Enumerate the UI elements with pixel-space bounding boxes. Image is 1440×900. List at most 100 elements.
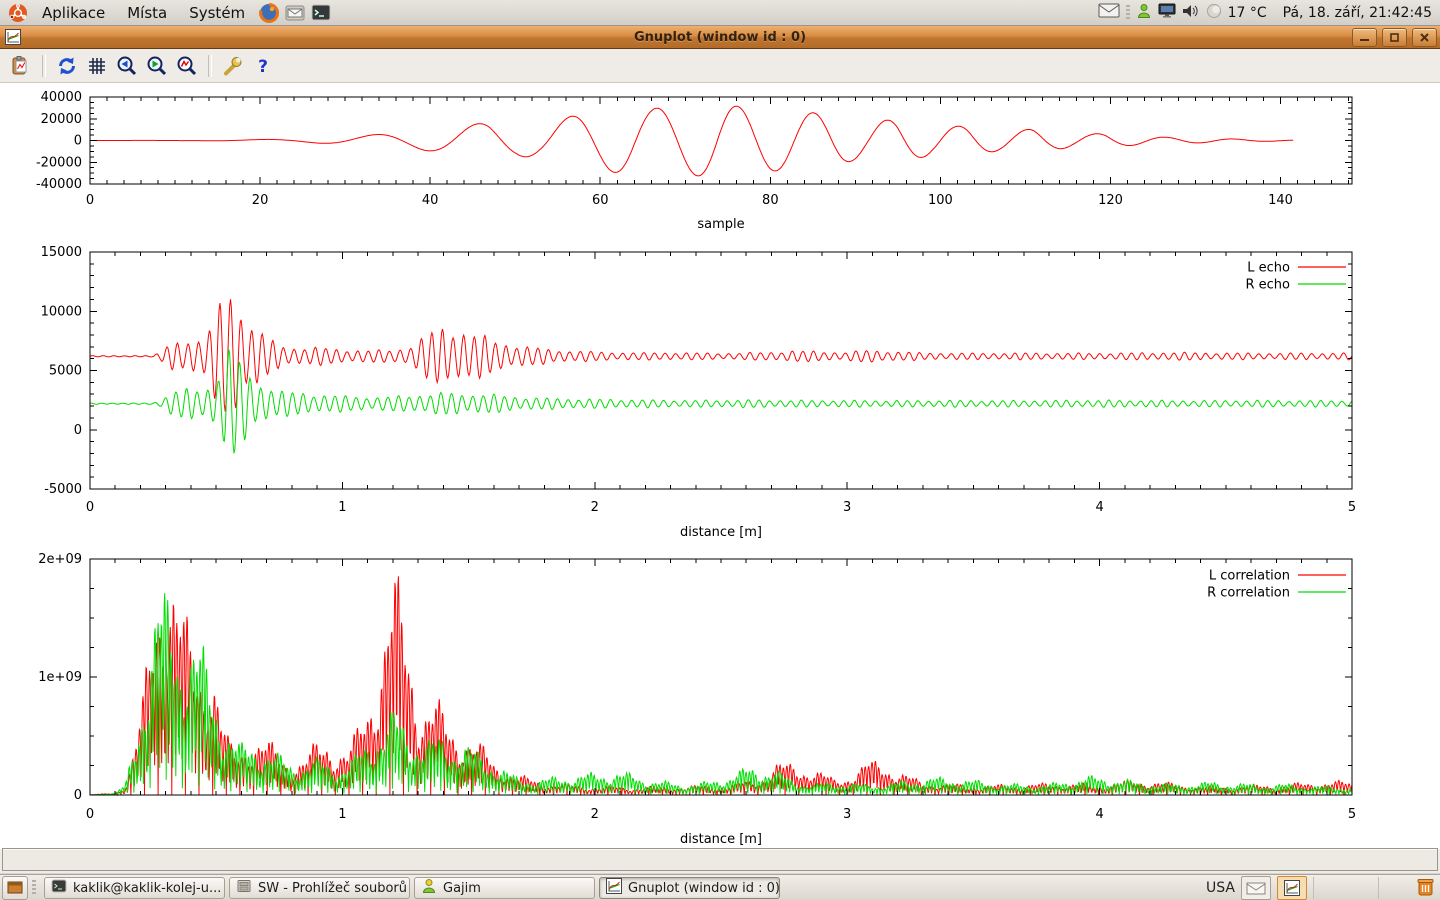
svg-text:3: 3 [843,500,851,515]
window-statusbar [2,848,1438,871]
mail-tray-icon[interactable] [1241,876,1271,900]
svg-text:2: 2 [591,500,599,515]
gajim-icon [421,878,437,898]
window-toolbar: ? [0,49,1440,83]
svg-text:0: 0 [86,500,94,515]
menu-system[interactable]: Systém [179,2,255,24]
series-L-correlation [90,576,1352,795]
legend-label: R correlation [1207,586,1290,601]
legend-label: L echo [1247,261,1290,276]
minimize-button[interactable] [1352,28,1377,47]
axes [90,252,1352,489]
grid-icon[interactable] [84,53,110,79]
gnuplot-window: Gnuplot (window id : 0) [0,26,1440,873]
show-desktop-button[interactable] [2,876,28,900]
chart[interactable] [90,299,1352,453]
legend-label: R echo [1245,278,1290,293]
gnuplot-icon [606,878,622,898]
taskbar-handle[interactable] [32,880,36,896]
x-axis-title: distance [m] [680,525,762,540]
menu-applications[interactable]: Aplikace [32,2,115,24]
help-icon[interactable]: ? [250,53,276,79]
filemanager-icon [236,878,252,898]
svg-text:120: 120 [1098,193,1123,208]
svg-text:80: 80 [762,193,779,208]
taskbar-task-terminal[interactable]: kaklik@kaklik-kolej-u... [44,877,225,899]
svg-text:60: 60 [592,193,609,208]
desktop: Aplikace Místa Systém [0,0,1440,900]
tray-space [1313,877,1372,899]
svg-text:40: 40 [422,193,439,208]
svg-text:?: ? [258,57,268,77]
svg-text:1e+09: 1e+09 [38,670,82,685]
task-list: kaklik@kaklik-kolej-u... SW - Prohlížeč s… [44,877,780,899]
svg-text:0: 0 [74,134,82,149]
mail-notifier-icon[interactable] [1098,3,1120,22]
chart[interactable] [90,106,1293,176]
svg-text:10000: 10000 [41,304,82,319]
window-titlebar[interactable]: Gnuplot (window id : 0) [0,26,1440,49]
weather-icon[interactable] [1206,3,1222,23]
axis-labels: 012345-5000050001000015000distance [m] [41,245,1357,540]
panel-handle[interactable] [1126,5,1130,21]
svg-text:4: 4 [1095,807,1103,822]
chart[interactable] [90,576,1352,795]
task-label: SW - Prohlížeč souborů [258,881,407,896]
svg-text:0: 0 [86,193,94,208]
zoom-reset-icon[interactable] [174,53,200,79]
svg-text:0: 0 [74,423,82,438]
taskbar-task-gajim[interactable]: Gajim [414,877,595,899]
legend: L correlation R correlation [1207,569,1346,601]
refresh-icon[interactable] [54,53,80,79]
svg-text:40000: 40000 [41,90,82,105]
tray-space-2 [1378,877,1409,899]
svg-text:5000: 5000 [49,364,82,379]
terminal-launcher-icon[interactable] [310,2,332,24]
taskbar-task-gnuplot[interactable]: Gnuplot (window id : 0) [599,877,780,899]
task-label: kaklik@kaklik-kolej-u... [73,881,221,896]
gnuplot-tray-icon[interactable] [1277,876,1307,900]
svg-text:2e+09: 2e+09 [38,552,82,567]
mail-launcher-icon[interactable] [284,2,306,24]
menu-places[interactable]: Místa [117,2,177,24]
taskbar-task-filemanager[interactable]: SW - Prohlížeč souborů [229,877,410,899]
task-label: Gajim [443,881,481,896]
close-button[interactable] [1412,28,1437,47]
trash-icon[interactable] [1415,876,1436,900]
zoom-previous-icon[interactable] [114,53,140,79]
series-L-echo [90,299,1352,411]
copy-icon[interactable] [8,53,34,79]
temperature-label[interactable]: 17 °C [1228,5,1267,21]
legend: L echo R echo [1245,261,1346,293]
svg-text:140: 140 [1268,193,1293,208]
volume-icon[interactable] [1182,3,1200,23]
axes [90,559,1352,795]
svg-text:0: 0 [86,807,94,822]
svg-text:5: 5 [1348,807,1356,822]
svg-text:-40000: -40000 [36,177,82,192]
svg-text:4: 4 [1095,500,1103,515]
user-status-icon[interactable] [1136,3,1152,23]
legend-label: L correlation [1209,569,1290,584]
ubuntu-menu-icon[interactable] [7,2,29,24]
display-icon[interactable] [1158,3,1176,23]
series-signal [90,106,1293,176]
plot-canvas[interactable]: 020406080100120140-40000-200000200004000… [0,83,1440,849]
top-panel: Aplikace Místa Systém [0,0,1440,26]
gnuplot-charts[interactable]: 020406080100120140-40000-200000200004000… [0,83,1440,849]
firefox-icon[interactable] [258,2,280,24]
settings-icon[interactable] [220,53,246,79]
clock[interactable]: Pá, 18. září, 21:42:45 [1283,5,1432,21]
svg-text:1: 1 [338,807,346,822]
zoom-next-icon[interactable] [144,53,170,79]
maximize-button[interactable] [1382,28,1407,47]
taskbar: kaklik@kaklik-kolej-u... SW - Prohlížeč s… [0,874,1440,900]
terminal-icon [51,878,67,898]
svg-text:20000: 20000 [41,112,82,127]
svg-text:0: 0 [74,788,82,803]
svg-text:5: 5 [1348,500,1356,515]
task-label: Gnuplot (window id : 0) [628,881,780,896]
svg-text:100: 100 [928,193,953,208]
window-title: Gnuplot (window id : 0) [0,30,1440,45]
keyboard-layout-indicator[interactable]: USA [1206,880,1235,896]
